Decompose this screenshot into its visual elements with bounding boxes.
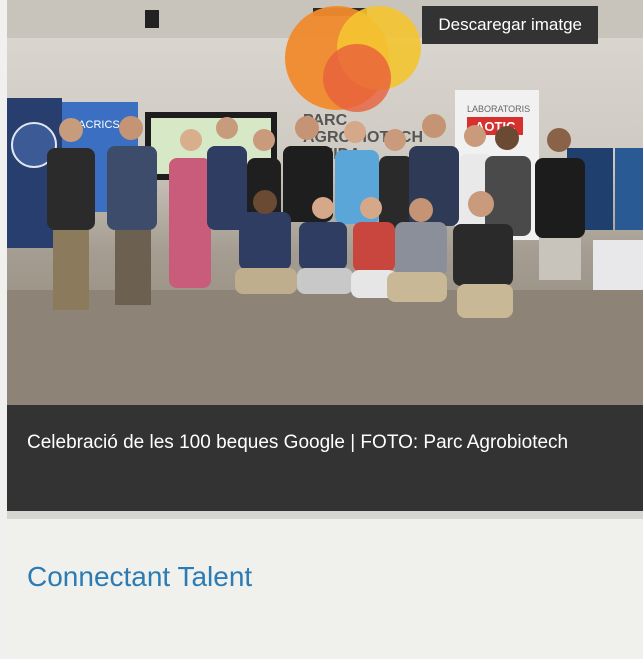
- section-title[interactable]: Connectant Talent: [27, 561, 252, 593]
- photo-caption: Celebració de les 100 beques Google | FO…: [27, 432, 569, 453]
- section-divider: [7, 511, 643, 519]
- download-image-button[interactable]: Descaregar imatge: [422, 6, 598, 44]
- related-section: Connectant Talent: [7, 519, 643, 659]
- logo-circle-red: [323, 44, 391, 112]
- banner-right-line1: LABORATORIS: [467, 104, 530, 114]
- ceiling-spotlight: [145, 10, 159, 28]
- event-photo: PARC AGROBIOTECH LLEIDA MACRICS LABORATO…: [7, 0, 643, 405]
- display-box: [593, 240, 643, 290]
- page-edge: [0, 0, 7, 659]
- floor: [7, 290, 643, 405]
- photo-figure: PARC AGROBIOTECH LLEIDA MACRICS LABORATO…: [7, 0, 643, 511]
- event-photo-illustration: PARC AGROBIOTECH LLEIDA MACRICS LABORATO…: [7, 0, 643, 405]
- monitor-2: [615, 148, 643, 230]
